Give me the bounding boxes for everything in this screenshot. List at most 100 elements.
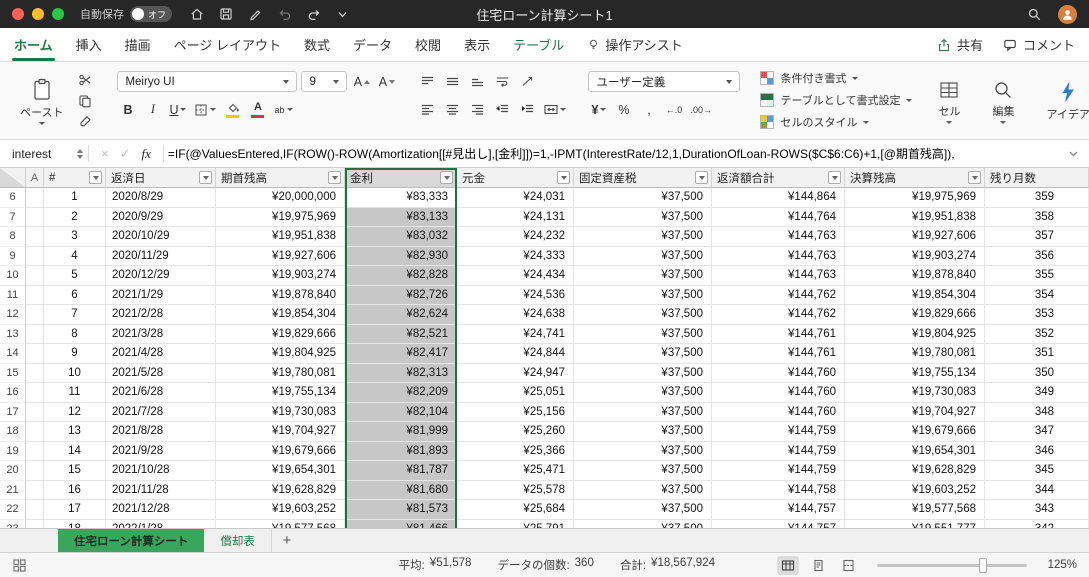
cell[interactable]: 343 [985,500,1089,520]
cell[interactable]: 353 [985,305,1089,325]
cell[interactable]: ¥19,854,304 [216,305,345,325]
cell[interactable]: 16 [44,480,106,500]
cell[interactable]: 344 [985,480,1089,500]
cell[interactable]: 2021/5/28 [106,363,216,383]
cell[interactable]: ¥24,638 [457,305,574,325]
cell[interactable]: ¥82,930 [345,246,457,266]
align-left-button[interactable] [417,99,438,120]
format-painter-button[interactable] [73,112,97,132]
sheet-tab-amortization[interactable]: 償却表 [204,529,272,552]
user-avatar[interactable] [1058,4,1077,24]
cell[interactable]: ¥19,679,666 [216,441,345,461]
cell[interactable]: ¥19,730,083 [845,383,985,403]
filter-button[interactable] [440,171,453,184]
zoom-slider-knob[interactable] [979,557,987,573]
cell[interactable]: ¥19,780,081 [845,344,985,364]
cell[interactable]: ¥37,500 [574,441,712,461]
cell[interactable]: ¥81,999 [345,422,457,442]
cell[interactable]: ¥19,577,568 [216,519,345,528]
row-header[interactable]: 18 [0,422,26,442]
decrease-font-button[interactable]: A [376,71,397,92]
cell[interactable]: 345 [985,461,1089,481]
cell[interactable]: 358 [985,207,1089,227]
underline-button[interactable]: U [167,99,188,120]
cell[interactable]: ¥19,903,274 [216,266,345,286]
cell[interactable]: ¥19,927,606 [845,227,985,247]
percent-style-button[interactable]: % [613,99,634,120]
cell[interactable]: ¥144,760 [712,363,845,383]
cell[interactable]: 2 [44,207,106,227]
cell[interactable]: ¥82,624 [345,305,457,325]
column-header-remaining-months[interactable]: 残り月数 [985,168,1089,188]
cell-column-a[interactable] [26,480,44,500]
cell[interactable]: ¥19,951,838 [845,207,985,227]
cell[interactable]: ¥81,787 [345,461,457,481]
column-header-opening-balance[interactable]: 期首残高 [216,168,345,188]
row-header[interactable]: 14 [0,344,26,364]
cell[interactable]: 355 [985,266,1089,286]
cell[interactable]: 2022/1/28 [106,519,216,528]
row-header[interactable]: 23 [0,519,26,528]
filter-button[interactable] [328,171,341,184]
row-header[interactable]: 9 [0,246,26,266]
cell[interactable]: ¥37,500 [574,480,712,500]
cell[interactable]: ¥19,780,081 [216,363,345,383]
cell[interactable]: ¥19,755,134 [216,383,345,403]
cell[interactable]: ¥19,829,666 [216,324,345,344]
tab-data[interactable]: データ [353,28,392,61]
zoom-slider[interactable] [877,557,1027,573]
column-header-closing-balance[interactable]: 決算残高 [845,168,985,188]
cell[interactable]: 350 [985,363,1089,383]
merge-center-button[interactable] [542,99,568,120]
filter-button[interactable] [89,171,102,184]
cell[interactable]: ¥24,844 [457,344,574,364]
editing-button[interactable]: 編集 [986,68,1020,134]
increase-indent-button[interactable] [517,99,538,120]
undo-button[interactable] [277,7,292,22]
wrap-text-button[interactable] [492,71,513,92]
cell[interactable]: ¥37,500 [574,188,712,208]
currency-format-button[interactable]: ¥ [588,99,609,120]
cell[interactable]: ¥144,763 [712,227,845,247]
column-header-total-payment[interactable]: 返済額合計 [712,168,845,188]
cell[interactable]: 2021/3/28 [106,324,216,344]
tab-insert[interactable]: 挿入 [76,28,102,61]
cell-column-a[interactable] [26,441,44,461]
cell[interactable]: 3 [44,227,106,247]
cell[interactable]: ¥83,133 [345,207,457,227]
cell[interactable]: ¥37,500 [574,227,712,247]
cell[interactable]: ¥19,854,304 [845,285,985,305]
cell[interactable]: ¥19,730,083 [216,402,345,422]
cell-column-a[interactable] [26,227,44,247]
cell[interactable]: ¥25,578 [457,480,574,500]
cell[interactable]: ¥81,573 [345,500,457,520]
cell[interactable]: 5 [44,266,106,286]
cell[interactable]: 9 [44,344,106,364]
cell[interactable]: ¥144,758 [712,480,845,500]
cell[interactable]: ¥24,434 [457,266,574,286]
search-button[interactable] [1027,7,1042,22]
cell-column-a[interactable] [26,207,44,227]
cell[interactable]: 2021/12/28 [106,500,216,520]
cell[interactable]: ¥144,759 [712,422,845,442]
cell[interactable]: ¥37,500 [574,207,712,227]
cell[interactable]: ¥25,471 [457,461,574,481]
cell[interactable]: ¥144,864 [712,188,845,208]
cell-column-a[interactable] [26,344,44,364]
cell[interactable]: ¥19,903,274 [845,246,985,266]
cell[interactable]: ¥82,417 [345,344,457,364]
comments-button[interactable]: コメント [1003,35,1075,54]
cell[interactable]: ¥37,500 [574,324,712,344]
cell[interactable]: ¥144,760 [712,402,845,422]
row-header[interactable]: 15 [0,363,26,383]
phonetic-guide-button[interactable]: ab [272,99,294,120]
column-header-property-tax[interactable]: 固定資産税 [574,168,712,188]
cell[interactable]: ¥37,500 [574,363,712,383]
cell[interactable]: ¥19,951,838 [216,227,345,247]
cell[interactable]: ¥25,791 [457,519,574,528]
row-header[interactable]: 20 [0,461,26,481]
cell[interactable]: ¥144,764 [712,207,845,227]
align-middle-button[interactable] [442,71,463,92]
text-orientation-button[interactable] [517,71,538,92]
cell[interactable]: ¥82,209 [345,383,457,403]
